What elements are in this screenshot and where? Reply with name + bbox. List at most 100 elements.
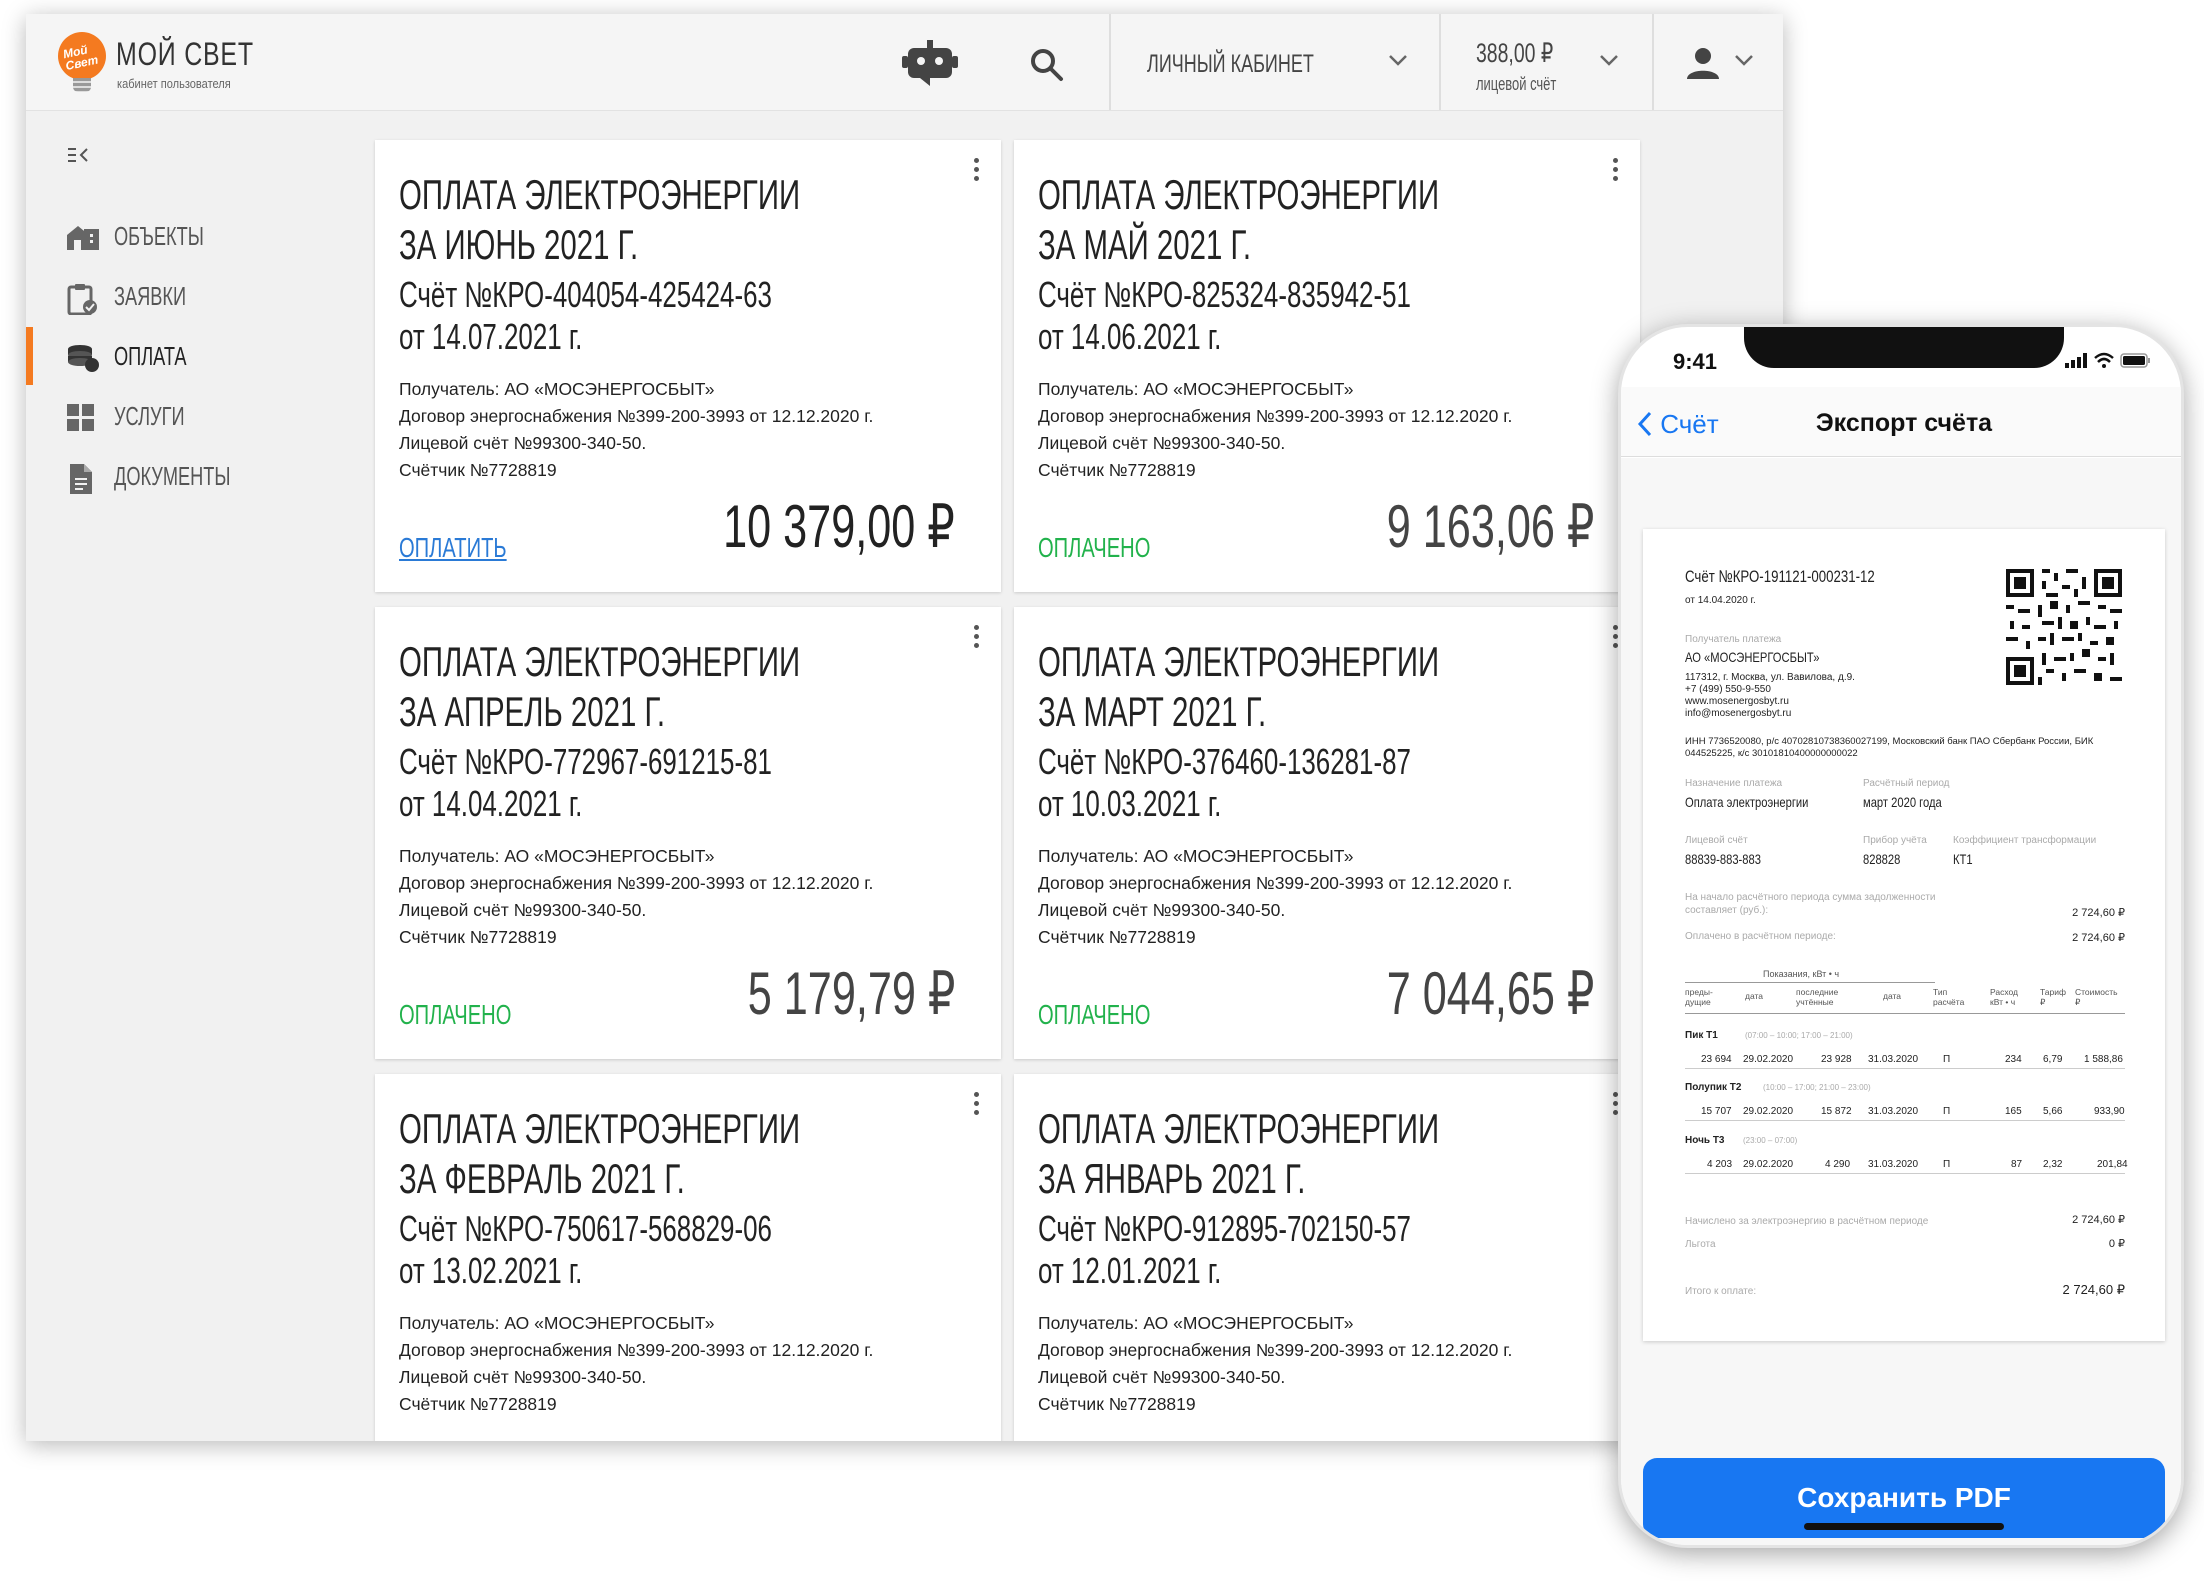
invoice-title: ОПЛАТА ЭЛЕКТРОЭНЕРГИИ ЗА МАРТ 2021 Г.: [1038, 638, 1440, 735]
robot-icon[interactable]: [902, 40, 958, 86]
pdf-col-date2: дата: [1883, 991, 1902, 1001]
invoice-card[interactable]: ОПЛАТА ЭЛЕКТРОЭНЕРГИИ ЗА ИЮНЬ 2021 Г. Счё…: [375, 140, 1001, 592]
invoice-card[interactable]: ОПЛАТА ЭЛЕКТРОЭНЕРГИИ ЗА МАРТ 2021 Г. Счё…: [1014, 607, 1640, 1059]
pdf-device-caption: Прибор учёта: [1863, 835, 1927, 846]
coins-icon: [68, 345, 99, 372]
pdf-payee-contacts: 117312, г. Москва, ул. Вавилова, д.9. +7 …: [1685, 672, 1855, 719]
chevron-down-icon: [1735, 55, 1753, 66]
invoice-number: Счёт №КРО-376460-136281-87: [1038, 741, 1411, 782]
pdf-benefit-caption: Льгота: [1685, 1239, 1716, 1250]
phone-notch: [1744, 327, 2064, 368]
home-indicator: [1804, 1523, 2004, 1530]
invoice-number: Счёт №КРО-912895-702150-57: [1038, 1208, 1411, 1249]
phone-content: Счёт №КРО-191121-000231-12 от 14.04.2020…: [1621, 458, 2181, 1545]
pdf-col-prev: преды-дущие: [1685, 987, 1713, 1007]
clipboard-icon: [67, 284, 97, 315]
sidebar-item-services[interactable]: УСЛУГИ: [26, 387, 351, 445]
more-options-icon[interactable]: [1612, 158, 1618, 182]
pdf-invoice-date: от 14.04.2020 г.: [1685, 595, 1756, 606]
paid-status: ОПЛАЧЕНО: [1038, 999, 1151, 1030]
active-indicator: [26, 327, 33, 385]
pdf-purpose-caption: Назначение платежа: [1685, 778, 1783, 789]
invoice-date: от 14.07.2021 г.: [399, 316, 583, 357]
pdf-paid-caption: Оплачено в расчётном периоде:: [1685, 931, 1836, 942]
sidebar-item-label: ДОКУМЕНТЫ: [114, 461, 231, 491]
pdf-rule: [1685, 982, 1935, 983]
sidebar-item-payment[interactable]: ОПЛАТА: [26, 327, 351, 385]
qr-code-icon: [2006, 569, 2122, 685]
more-options-icon[interactable]: [973, 158, 979, 182]
invoice-title: ОПЛАТА ЭЛЕКТРОЭНЕРГИИ ЗА АПРЕЛЬ 2021 Г.: [399, 638, 801, 735]
invoice-card[interactable]: ОПЛАТА ЭЛЕКТРОЭНЕРГИИ ЗА ФЕВРАЛЬ 2021 Г. …: [375, 1074, 1001, 1441]
chevron-down-icon: [1389, 55, 1407, 66]
invoice-date: от 14.06.2021 г.: [1038, 316, 1222, 357]
sidebar-item-objects[interactable]: ОБЪЕКТЫ: [26, 207, 351, 265]
invoice-date: от 13.02.2021 г.: [399, 1250, 583, 1291]
invoice-date: от 14.04.2021 г.: [399, 783, 583, 824]
logo-bulb-base: [73, 78, 91, 92]
sidebar-item-documents[interactable]: ДОКУМЕНТЫ: [26, 447, 351, 505]
pdf-col-type: Тип расчёта: [1933, 987, 1965, 1007]
logo-icon[interactable]: Мой Свет: [58, 32, 106, 80]
pdf-total: 2 724,60 ₽: [2062, 1282, 2126, 1297]
pdf-col-tariff: Тариф ₽: [2040, 987, 2067, 1007]
header-divider: [1109, 14, 1111, 110]
invoice-card[interactable]: ОПЛАТА ЭЛЕКТРОЭНЕРГИИ ЗА ЯНВАРЬ 2021 Г. С…: [1014, 1074, 1640, 1441]
pdf-invoice-number: Счёт №КРО-191121-000231-12: [1685, 567, 1875, 586]
pdf-debt: 2 724,60 ₽: [2072, 907, 2125, 919]
cabinet-label: ЛИЧНЫЙ КАБИНЕТ: [1147, 50, 1314, 78]
invoice-amount: 7 044,65 ₽: [1386, 960, 1594, 1027]
invoice-number: Счёт №КРО-772967-691215-81: [399, 741, 772, 782]
more-options-icon[interactable]: [973, 625, 979, 649]
pdf-benefit: 0 ₽: [2108, 1238, 2125, 1250]
pdf-period: март 2020 года: [1863, 794, 1942, 810]
header-divider: [1439, 14, 1441, 110]
invoice-details: Получатель: АО «МОСЭНЕРГОСБЫТ» Договор эн…: [1038, 846, 1513, 947]
balance-caption: лицевой счёт: [1476, 74, 1557, 94]
invoice-number: Счёт №КРО-404054-425424-63: [399, 274, 772, 315]
sidebar-item-label: ЗАЯВКИ: [114, 281, 187, 311]
pdf-rule: [1685, 1013, 2125, 1014]
status-time: 9:41: [1673, 349, 1718, 374]
balance-value: 388,00 ₽: [1476, 38, 1554, 68]
status-bar-icons: [2065, 352, 2150, 368]
invoice-amount: 5 179,79 ₽: [747, 960, 955, 1027]
invoice-details: Получатель: АО «МОСЭНЕРГОСБЫТ» Договор эн…: [399, 379, 874, 480]
sidebar-item-label: ОБЪЕКТЫ: [114, 221, 204, 251]
invoice-amount: 10 379,00 ₽: [723, 493, 955, 560]
pdf-accrued-caption: Начислено за электроэнергию в расчётном …: [1685, 1216, 1929, 1227]
invoice-preview: Счёт №КРО-191121-000231-12 от 14.04.2020…: [1643, 529, 2165, 1341]
invoice-grid: ОПЛАТА ЭЛЕКТРОЭНЕРГИИ ЗА ИЮНЬ 2021 Г. Счё…: [351, 111, 1783, 1441]
logo-text: Мой Свет: [61, 42, 100, 74]
building-icon: [67, 226, 99, 250]
search-icon[interactable]: [1030, 48, 1064, 82]
collapse-sidebar-icon[interactable]: [66, 146, 90, 164]
pdf-purpose: Оплата электроэнергии: [1685, 794, 1809, 810]
invoice-number: Счёт №КРО-750617-568829-06: [399, 1208, 772, 1249]
pdf-debt-caption: На начало расчётного периода сумма задол…: [1685, 892, 1936, 916]
sidebar-item-requests[interactable]: ЗАЯВКИ: [26, 267, 351, 325]
pdf-col-last: последние учтённые: [1796, 987, 1839, 1007]
invoice-card[interactable]: ОПЛАТА ЭЛЕКТРОЭНЕРГИИ ЗА АПРЕЛЬ 2021 Г. С…: [375, 607, 1001, 1059]
invoice-card[interactable]: ОПЛАТА ЭЛЕКТРОЭНЕРГИИ ЗА МАЙ 2021 Г. Счёт…: [1014, 140, 1640, 592]
pdf-coef: КТ1: [1953, 851, 1973, 867]
invoice-title: ОПЛАТА ЭЛЕКТРОЭНЕРГИИ ЗА МАЙ 2021 Г.: [1038, 171, 1440, 268]
invoice-details: Получатель: АО «МОСЭНЕРГОСБЫТ» Договор эн…: [1038, 1313, 1513, 1414]
pdf-bank-details: ИНН 7736520080, р/с 40702810738360027199…: [1685, 736, 2094, 759]
invoice-title: ОПЛАТА ЭЛЕКТРОЭНЕРГИИ ЗА ЯНВАРЬ 2021 Г.: [1038, 1105, 1440, 1202]
invoice-details: Получатель: АО «МОСЭНЕРГОСБЫТ» Договор эн…: [399, 846, 874, 947]
pdf-device: 828828: [1863, 851, 1901, 867]
pay-link[interactable]: ОПЛАТИТЬ: [399, 532, 507, 564]
app-subtitle: кабинет пользователя: [117, 76, 231, 91]
pdf-payee: АО «МОСЭНЕРГОСБЫТ»: [1685, 649, 1820, 665]
pdf-table-group: Показания, кВт • ч: [1763, 969, 1840, 979]
pdf-total-caption: Итого к оплате:: [1685, 1286, 1757, 1297]
invoice-date: от 10.03.2021 г.: [1038, 783, 1222, 824]
grid-icon: [67, 404, 94, 431]
paid-status: ОПЛАЧЕНО: [1038, 532, 1151, 563]
pdf-col-date: дата: [1745, 991, 1764, 1001]
paid-status: ОПЛАЧЕНО: [399, 999, 512, 1030]
pdf-accrued: 2 724,60 ₽: [2072, 1214, 2125, 1226]
pdf-account: 88839-883-883: [1685, 851, 1761, 867]
more-options-icon[interactable]: [973, 1092, 979, 1116]
